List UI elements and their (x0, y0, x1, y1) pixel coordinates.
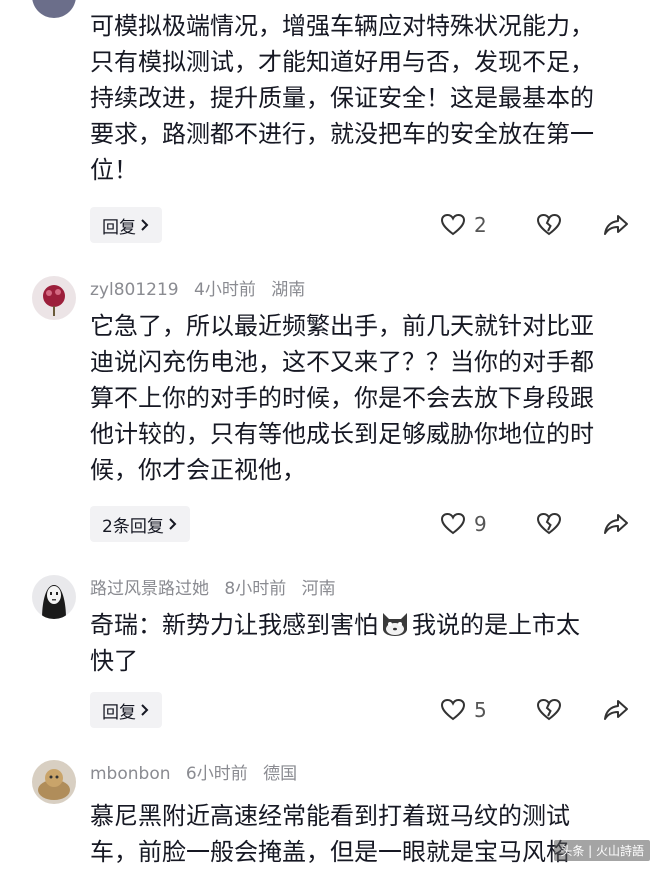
like-count: 5 (474, 698, 487, 722)
comment-meta: zyl801219 4小时前 湖南 (90, 278, 315, 302)
heart-outline-icon (440, 512, 466, 536)
username[interactable]: 路过风景路过她 (90, 579, 209, 599)
like-button[interactable]: 2 (440, 213, 487, 237)
share-button[interactable] (603, 698, 629, 722)
like-count: 9 (474, 512, 487, 536)
location: 湖南 (271, 280, 306, 300)
username[interactable]: mbonbon (90, 764, 171, 784)
timestamp: 4小时前 (194, 280, 256, 300)
comment-text: 可模拟极端情况，增强车辆应对特殊状况能力， 只有模拟测试，才能知道好用与否，发现… (90, 12, 594, 184)
share-arrow-icon (603, 213, 629, 237)
dislike-button[interactable] (536, 698, 562, 722)
username[interactable]: zyl801219 (90, 280, 179, 300)
heart-outline-icon (440, 213, 466, 237)
like-button[interactable]: 9 (440, 512, 487, 536)
broken-heart-icon (536, 698, 562, 722)
dislike-button[interactable] (536, 213, 562, 237)
avatar[interactable] (32, 575, 76, 619)
watermark: 头条 | 火山詩語 (554, 840, 650, 861)
share-arrow-icon (603, 698, 629, 722)
timestamp: 8小时前 (224, 579, 287, 599)
avatar[interactable] (32, 760, 76, 804)
timestamp: 6小时前 (185, 764, 248, 784)
share-arrow-icon (603, 512, 629, 536)
share-button[interactable] (603, 213, 629, 237)
comment-meta: 路过风景路过她 8小时前 河南 (90, 577, 346, 601)
share-button[interactable] (603, 512, 629, 536)
like-button[interactable]: 5 (440, 698, 487, 722)
avatar[interactable] (32, 276, 76, 320)
avatar[interactable] (32, 0, 76, 18)
location: 河南 (301, 579, 336, 599)
comment-text: 它急了，所以最近频繁出手，前几天就针对比亚 迪说闪充伤电池，这不又来了？？当你的… (90, 312, 594, 484)
broken-heart-icon (536, 213, 562, 237)
broken-heart-icon (536, 512, 562, 536)
cat-face-emoji-icon (380, 609, 410, 637)
heart-outline-icon (440, 698, 466, 722)
comment-text: 慕尼黑附近高速经常能看到打着斑马纹的测试 车，前脸一般会掩盖，但是一眼就是宝马风… (90, 802, 570, 866)
location: 德国 (263, 764, 298, 784)
dislike-button[interactable] (536, 512, 562, 536)
comment-text: 奇瑞：新势力让我感到害怕 我说的是上市太 快了 (90, 609, 580, 675)
like-count: 2 (474, 213, 487, 237)
comment-meta: mbonbon 6小时前 德国 (90, 762, 307, 786)
